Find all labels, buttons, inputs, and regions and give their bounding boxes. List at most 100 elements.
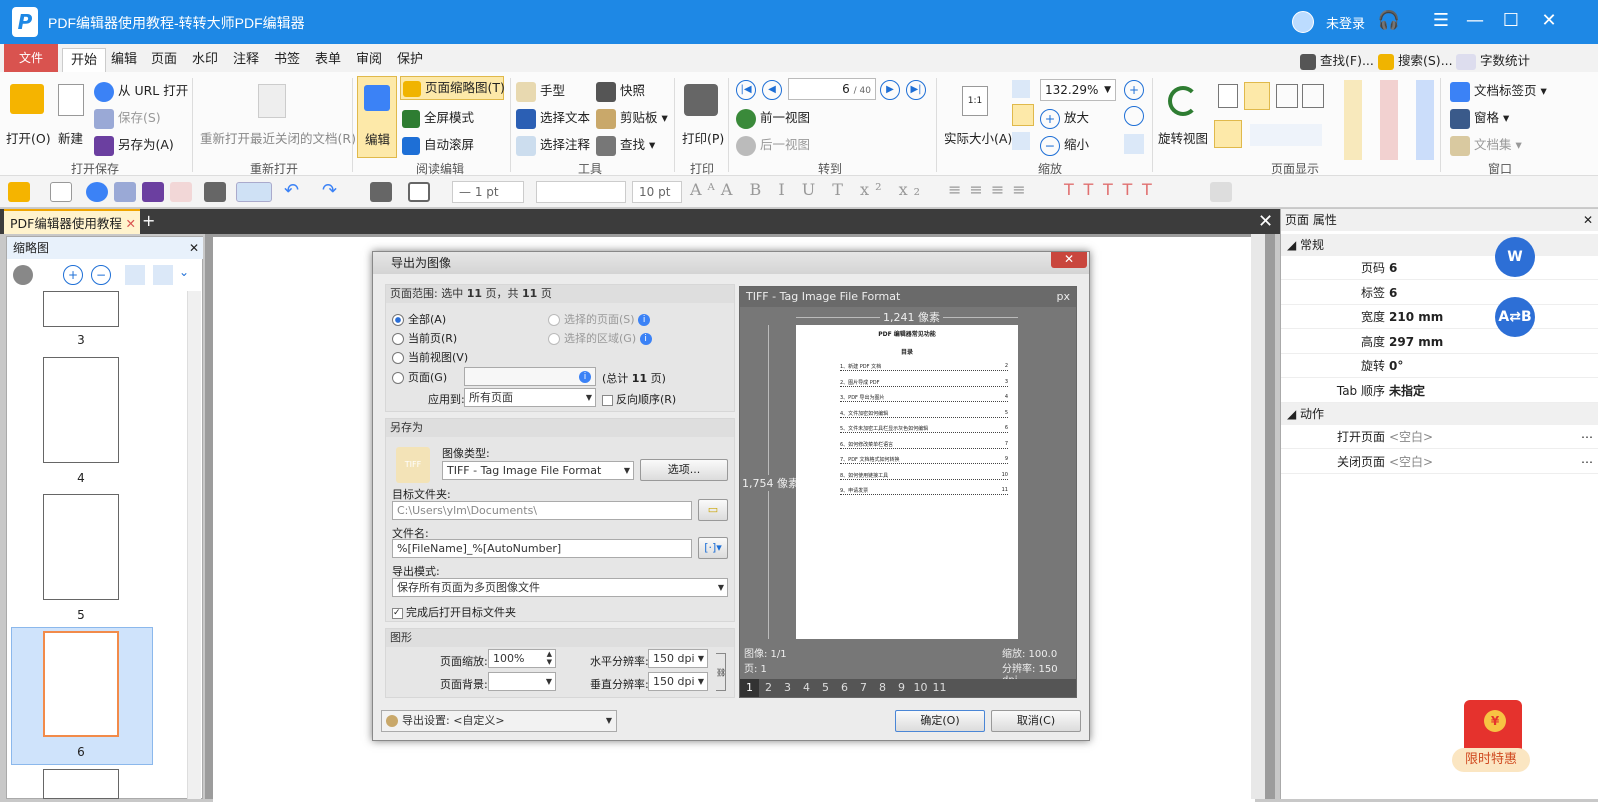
- thumbnail-page[interactable]: [43, 357, 119, 463]
- first-page-icon[interactable]: |◀: [736, 80, 756, 100]
- rotate-left-icon[interactable]: [125, 265, 145, 285]
- marker-tools-icons[interactable]: [1344, 80, 1434, 160]
- tab-page[interactable]: 页面: [143, 48, 185, 72]
- filename-input[interactable]: %[FileName]_%[AutoNumber]: [392, 539, 692, 558]
- zoom-out-button[interactable]: − 缩小: [1040, 134, 1089, 156]
- tab-start[interactable]: 开始: [62, 48, 107, 72]
- ok-button[interactable]: 确定(O): [895, 710, 985, 732]
- reopen-button[interactable]: 重新打开最近关闭的文档(R): [200, 128, 356, 147]
- tab-protect[interactable]: 保护: [389, 48, 431, 72]
- word-convert-float-button[interactable]: W: [1495, 237, 1535, 277]
- continuous-page-icon[interactable]: [1244, 82, 1270, 110]
- headset-icon[interactable]: 🎧: [1374, 10, 1404, 31]
- cover-page-icon[interactable]: [1214, 120, 1242, 148]
- preview-page-button[interactable]: 6: [835, 679, 854, 697]
- quick-globe-icon[interactable]: [86, 182, 108, 202]
- export-mode-select[interactable]: 保存所有页面为多页图像文件 ▼: [392, 578, 728, 597]
- radio-selected-area[interactable]: 选择的区域(G) i: [548, 330, 652, 346]
- select-annotation-button[interactable]: 选择注释: [516, 134, 590, 156]
- preview-page-button[interactable]: 3: [778, 679, 797, 697]
- thumb-zoom-in-icon[interactable]: +: [63, 265, 83, 285]
- open-button[interactable]: 打开(O): [6, 128, 51, 147]
- thumbnail-page[interactable]: [43, 769, 119, 799]
- fit-width-icon[interactable]: [1012, 104, 1034, 126]
- preview-page-button[interactable]: 10: [911, 679, 930, 697]
- gear-icon[interactable]: [13, 265, 33, 285]
- preview-page-button[interactable]: 4: [797, 679, 816, 697]
- last-page-icon[interactable]: ▶|: [906, 80, 926, 100]
- settings-doc-icon[interactable]: [1210, 182, 1232, 202]
- filename-macro-button[interactable]: [·]▾: [698, 537, 728, 559]
- page-range-input[interactable]: i: [464, 367, 596, 386]
- page-layout-icons[interactable]: [1250, 124, 1322, 146]
- action-row[interactable]: 打开页面 <空白> ⋯: [1281, 425, 1598, 449]
- promo-badge[interactable]: ¥ 限时特惠: [1440, 696, 1550, 786]
- next-page-icon[interactable]: ▶: [880, 80, 900, 100]
- property-row[interactable]: 宽度 210 mm: [1281, 305, 1598, 329]
- doc-set-button[interactable]: 文档集 ▾: [1450, 134, 1522, 156]
- align-icons[interactable]: ≡≡≡≡: [948, 180, 1034, 199]
- tab-file[interactable]: 文件: [4, 44, 58, 72]
- dialog-close-button[interactable]: ✕: [1051, 252, 1087, 268]
- radio-selected-pages[interactable]: 选择的页面(S) i: [548, 311, 651, 327]
- clipboard-button[interactable]: 剪贴板 ▾: [596, 107, 668, 129]
- quick-open-icon[interactable]: [8, 182, 30, 202]
- quick-save-as-icon[interactable]: [142, 182, 164, 202]
- text-style-icons[interactable]: TTTTT: [1064, 180, 1162, 199]
- chevron-down-icon[interactable]: ⌵: [1344, 14, 1374, 28]
- actual-size-button[interactable]: 实际大小(A): [944, 128, 1012, 147]
- action-row[interactable]: 关闭页面 <空白> ⋯: [1281, 450, 1598, 474]
- page-number-input[interactable]: 6 / 40: [788, 78, 876, 100]
- preview-page-button[interactable]: 2: [759, 679, 778, 697]
- section-actions[interactable]: ◢ 动作: [1281, 403, 1598, 425]
- scale-spinner[interactable]: 100% ▲ ▼: [488, 649, 556, 668]
- undo-icon[interactable]: ↶: [284, 182, 306, 202]
- export-settings-select[interactable]: 导出设置: <自定义> ▼: [381, 710, 617, 732]
- continuous-facing-icon[interactable]: [1302, 84, 1324, 108]
- fit-visible-icon[interactable]: [1012, 132, 1030, 150]
- property-row[interactable]: Tab 顺序 未指定: [1281, 379, 1598, 403]
- new-button[interactable]: 新建: [58, 128, 83, 147]
- thumbnail-button[interactable]: 页面缩略图(T): [400, 76, 505, 100]
- preview-page-button[interactable]: 7: [854, 679, 873, 697]
- tab-edit[interactable]: 编辑: [103, 48, 145, 72]
- property-row[interactable]: 高度 297 mm: [1281, 330, 1598, 354]
- tab-bookmark[interactable]: 书签: [266, 48, 308, 72]
- document-tab[interactable]: PDF编辑器使用教程 ✕: [4, 209, 140, 234]
- close-button[interactable]: ✕: [1534, 10, 1564, 31]
- document-scrollbar[interactable]: [1251, 234, 1265, 799]
- wordcount-button[interactable]: 字数统计: [1456, 50, 1530, 70]
- find-zoom-icon[interactable]: [1124, 134, 1144, 154]
- target-folder-input[interactable]: C:\Users\ylm\Documents\: [392, 501, 692, 520]
- minimize-button[interactable]: —: [1460, 10, 1490, 31]
- preview-page-button[interactable]: 9: [892, 679, 911, 697]
- print-button[interactable]: 打印(P): [682, 128, 724, 147]
- radio-all[interactable]: 全部(A): [392, 311, 446, 327]
- save-button[interactable]: 保存(S): [94, 107, 161, 129]
- redo-icon[interactable]: ↷: [322, 182, 344, 202]
- menu-icon[interactable]: ☰: [1426, 10, 1456, 31]
- radio-pages[interactable]: 页面(G): [392, 369, 447, 385]
- zoom-select[interactable]: 132.29% ▼: [1040, 79, 1116, 101]
- font-family-select[interactable]: [536, 181, 626, 203]
- tab-annotate[interactable]: 注释: [225, 48, 267, 72]
- thumbnail-scrollbar[interactable]: [187, 291, 201, 799]
- thumb-zoom-out-icon[interactable]: −: [91, 265, 111, 285]
- open-url-button[interactable]: 从 URL 打开: [94, 80, 188, 102]
- link-resolution-icon[interactable]: ⛓: [716, 653, 726, 691]
- more-options-icon[interactable]: ⋯: [1581, 450, 1593, 474]
- property-row[interactable]: 旋转 0°: [1281, 354, 1598, 378]
- snapshot-button[interactable]: 快照: [596, 80, 645, 102]
- tab-review[interactable]: 审阅: [348, 48, 390, 72]
- doc-tabs-button[interactable]: 文档标签页 ▾: [1450, 80, 1547, 102]
- thumbnail-page[interactable]: [43, 291, 119, 327]
- preview-page-button[interactable]: 8: [873, 679, 892, 697]
- zoom-in-plus-icon[interactable]: +: [1124, 80, 1144, 100]
- edit-button[interactable]: 编辑: [357, 76, 397, 158]
- zoom-in-button[interactable]: + 放大: [1040, 107, 1089, 129]
- spinner-arrows-icon[interactable]: ▲ ▼: [547, 650, 552, 666]
- search-button[interactable]: 搜索(S)...: [1378, 50, 1453, 70]
- facing-page-icon[interactable]: [1276, 84, 1298, 108]
- property-row[interactable]: 标签 6: [1281, 281, 1598, 305]
- quick-print-icon[interactable]: [204, 182, 226, 202]
